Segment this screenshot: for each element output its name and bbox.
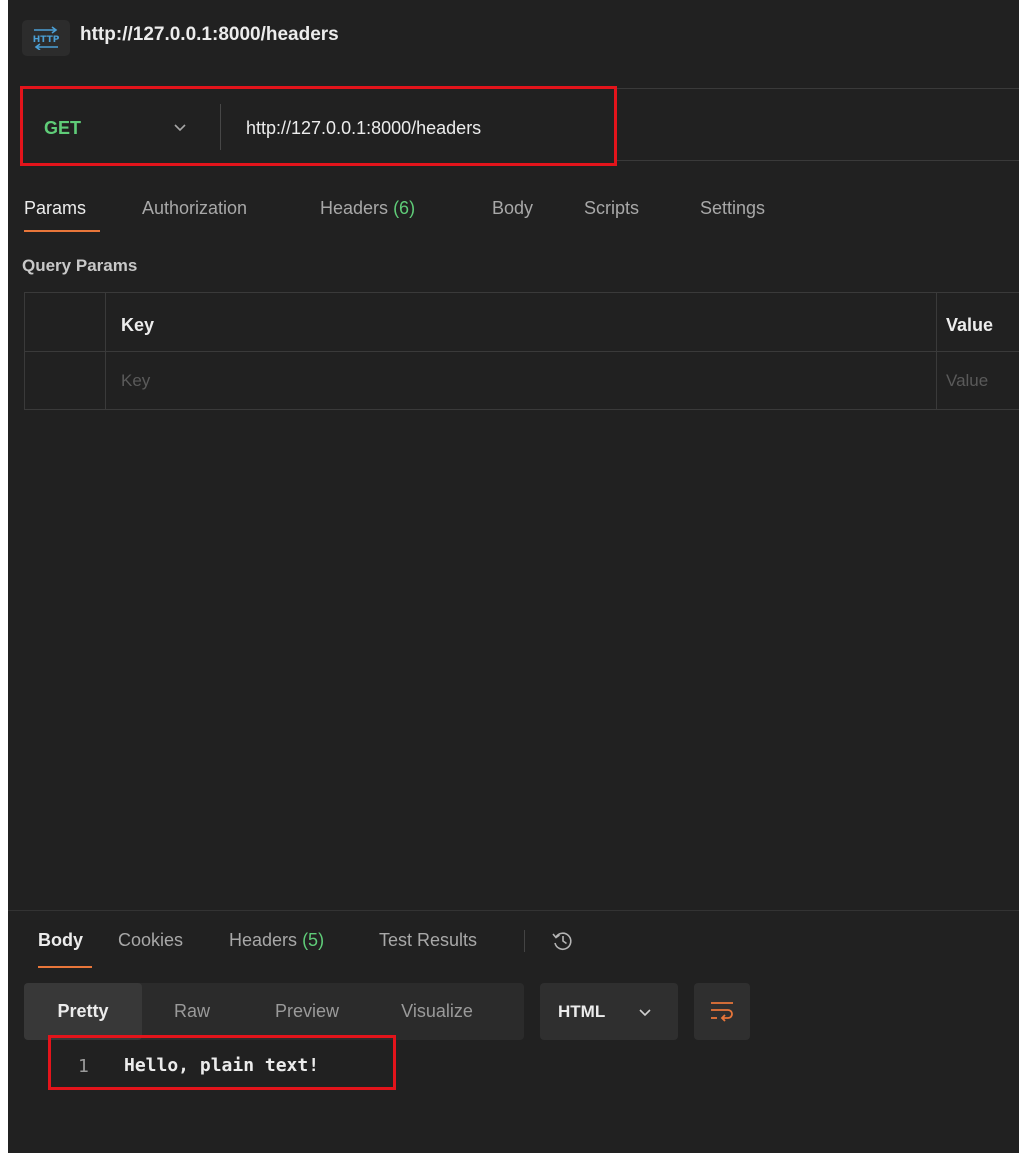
format-select[interactable]: HTML: [540, 983, 678, 1040]
value-column-header: Value: [946, 315, 994, 335]
view-mode-bar: Pretty Raw Preview Visualize: [24, 983, 524, 1040]
tab-headers[interactable]: Headers (6): [320, 198, 415, 219]
url-bar-bottom-border: [615, 160, 1019, 161]
request-title[interactable]: http://127.0.0.1:8000/headers: [80, 24, 339, 46]
url-bar-top-border: [615, 88, 1019, 89]
active-response-tab-indicator: [38, 966, 92, 968]
query-params-label: Query Params: [22, 256, 138, 275]
chevron-down-icon: [639, 1009, 651, 1017]
table-column-divider: [105, 293, 106, 409]
svg-text:HTTP: HTTP: [33, 35, 60, 45]
view-pretty-button[interactable]: Pretty: [24, 983, 142, 1040]
tab-body[interactable]: Body: [492, 198, 533, 219]
table-row-divider: [25, 351, 1019, 352]
key-input[interactable]: Key: [121, 371, 150, 391]
response-pane-divider[interactable]: [8, 910, 1019, 911]
tab-headers-label: Headers: [320, 198, 389, 218]
tab-params[interactable]: Params: [24, 198, 86, 219]
active-tab-indicator: [24, 230, 100, 232]
key-column-header: Key: [121, 315, 155, 335]
response-tab-test-results[interactable]: Test Results: [379, 930, 477, 951]
history-icon[interactable]: [550, 928, 576, 954]
response-tab-headers-label: Headers: [229, 930, 298, 950]
query-params-table: Key Value Key Value: [24, 292, 1019, 410]
tab-separator: [524, 930, 525, 952]
http-request-icon: HTTP: [22, 20, 70, 56]
response-tab-headers[interactable]: Headers (5): [229, 930, 324, 951]
view-raw-button[interactable]: Raw: [142, 983, 242, 1040]
response-tab-cookies[interactable]: Cookies: [118, 930, 183, 951]
view-visualize-button[interactable]: Visualize: [372, 983, 502, 1040]
title-bar: HTTP http://127.0.0.1:8000/headers: [8, 0, 1019, 64]
wrap-lines-icon: [711, 1002, 733, 1022]
wrap-lines-button[interactable]: [694, 983, 750, 1040]
table-column-divider: [936, 293, 937, 409]
format-select-label: HTML: [558, 1002, 606, 1021]
tab-authorization[interactable]: Authorization: [142, 198, 247, 219]
highlight-box: [48, 1035, 396, 1090]
tab-headers-count: (6): [393, 198, 416, 218]
tab-settings[interactable]: Settings: [700, 198, 765, 219]
response-tab-body[interactable]: Body: [38, 930, 83, 951]
app-window: HTTP http://127.0.0.1:8000/headers GET h…: [8, 0, 1019, 1153]
highlight-box: [20, 86, 617, 166]
view-preview-button[interactable]: Preview: [242, 983, 372, 1040]
value-input[interactable]: Value: [946, 371, 988, 391]
response-tab-headers-count: (5): [302, 930, 325, 950]
tab-scripts[interactable]: Scripts: [584, 198, 639, 219]
